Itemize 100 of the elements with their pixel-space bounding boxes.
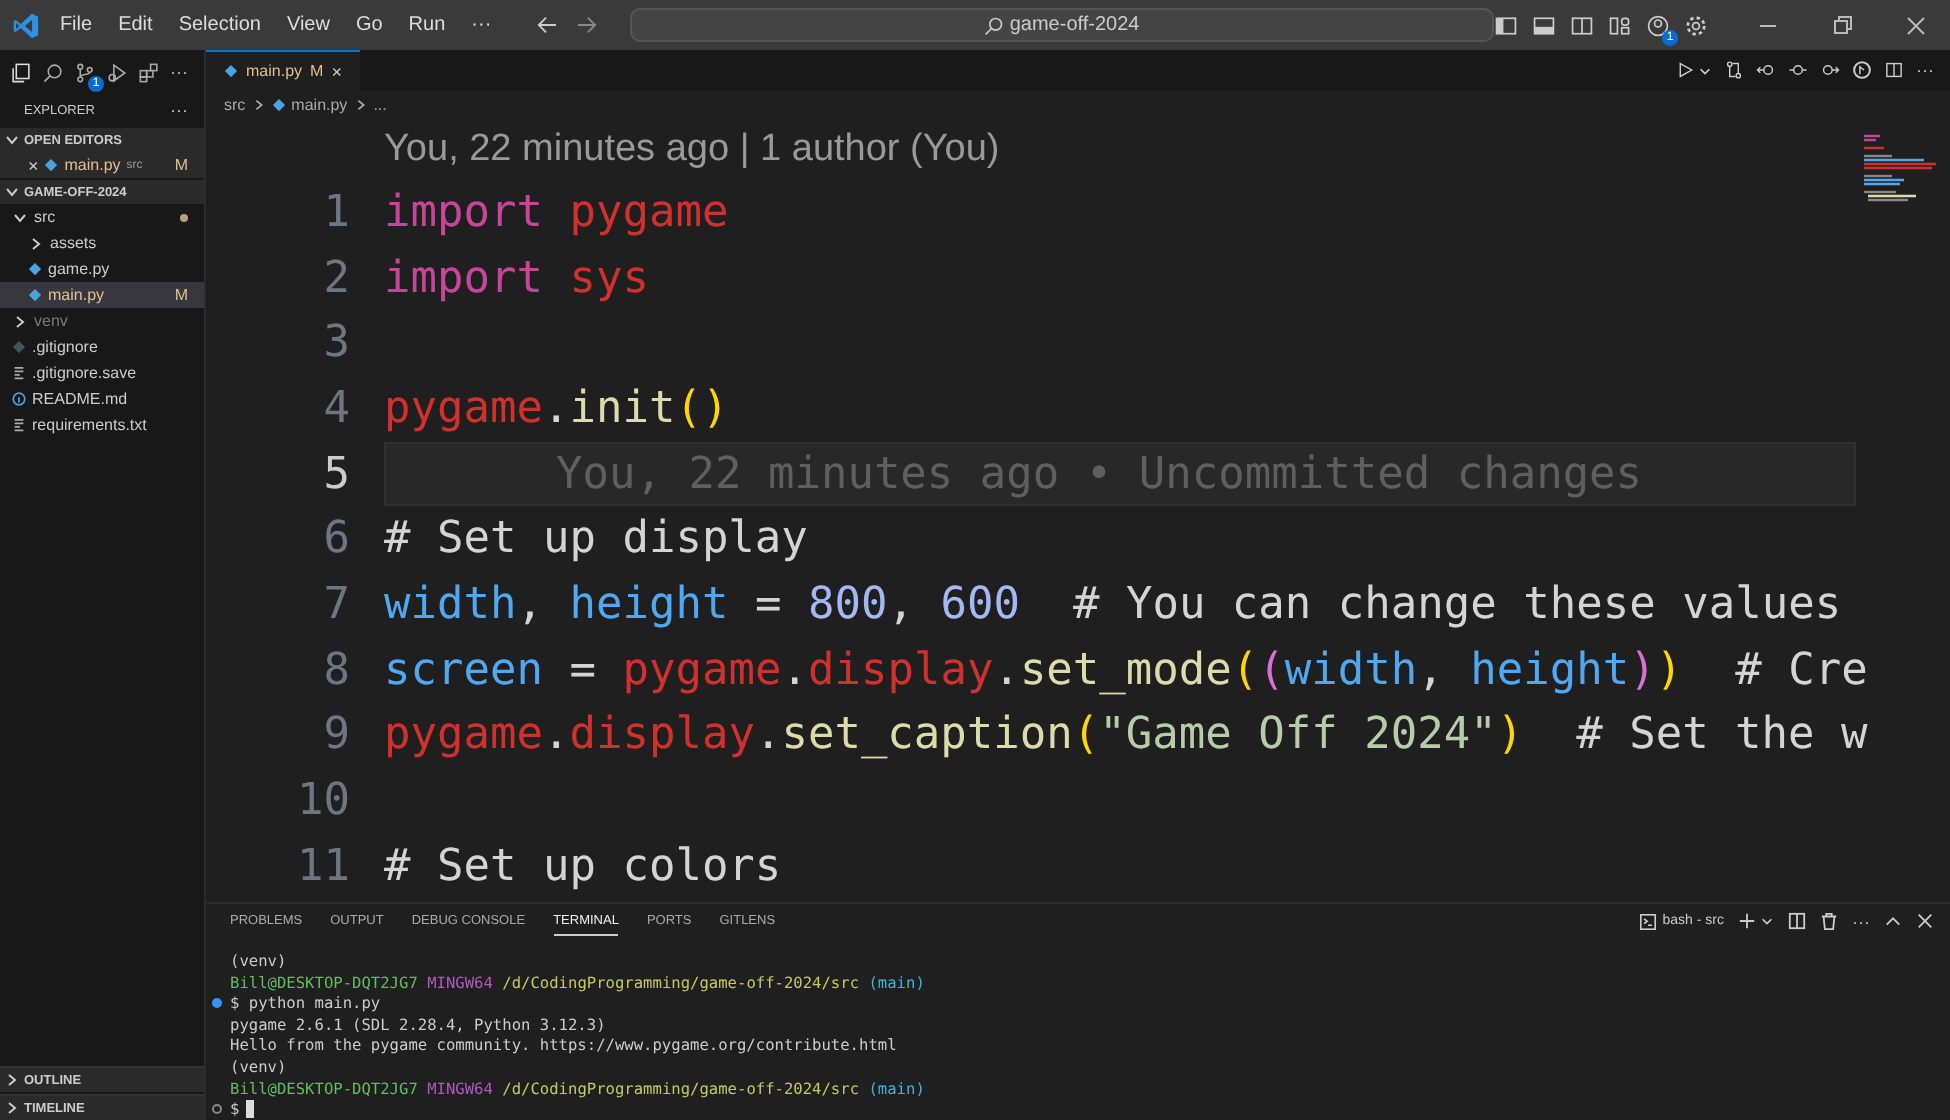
- chevron-right-icon: [251, 98, 266, 112]
- more-button[interactable]: ···: [1852, 911, 1870, 932]
- file-name: venv: [34, 312, 68, 330]
- code-line: width, height = 800, 600 # You can change these values: [384, 579, 1842, 630]
- code-line: pygame.display.set_caption("Game Off 2024") # Set the w: [384, 710, 1868, 761]
- menu-item[interactable]: View: [286, 14, 330, 36]
- file-name: main.py: [48, 286, 105, 304]
- file-name: .gitignore.save: [32, 364, 137, 382]
- layout-grid-icon[interactable]: [1608, 13, 1632, 37]
- code-line: pygame.init(): [384, 383, 729, 434]
- chevron-right-icon: [353, 98, 368, 112]
- file-name: main.py: [64, 156, 121, 174]
- search-text: game-off-2024: [1009, 14, 1140, 36]
- chevron-icon: [12, 313, 28, 329]
- breadcrumb-item[interactable]: src: [224, 96, 246, 114]
- file-tree-item[interactable]: main.py M: [0, 282, 204, 308]
- file-tree-item[interactable]: venv: [0, 308, 204, 334]
- code-line: screen = pygame.display.set_mode((width, height)) # Cre: [384, 645, 1868, 696]
- file-tree-item[interactable]: .gitignore.save: [0, 360, 204, 386]
- trash-icon[interactable]: [1820, 912, 1838, 931]
- menu-item[interactable]: Go: [355, 14, 383, 36]
- line-number: 3: [321, 318, 352, 369]
- settings-icon[interactable]: [1684, 13, 1708, 37]
- git-status: M: [310, 62, 324, 80]
- search-icon[interactable]: [42, 61, 64, 83]
- python-file-icon: [271, 98, 286, 112]
- file-name: assets: [50, 234, 97, 252]
- code-line: # Set up colors: [384, 841, 782, 892]
- close-panel-icon[interactable]: [1916, 912, 1934, 931]
- more-button[interactable]: ···: [1916, 60, 1934, 80]
- code-line: # Set up display: [384, 514, 808, 565]
- file-tree-item[interactable]: .gitignore: [0, 334, 204, 360]
- toggle-sidebar-icon[interactable]: [1494, 13, 1518, 37]
- gitlens-icon[interactable]: [1852, 60, 1872, 80]
- run-debug-icon[interactable]: [106, 61, 128, 83]
- modified-dot-icon: [180, 213, 188, 221]
- previous-change-icon[interactable]: [1756, 60, 1776, 80]
- line-number: 6: [321, 514, 352, 565]
- add-icon[interactable]: [1738, 912, 1756, 931]
- more-button[interactable]: ···: [170, 62, 188, 82]
- file-name: src: [34, 208, 56, 226]
- menu-item[interactable]: Selection: [178, 14, 261, 36]
- menu-item[interactable]: Edit: [118, 14, 153, 36]
- line-number: 4: [321, 383, 352, 434]
- code-line: import pygame: [384, 187, 729, 238]
- toggle-panel-icon[interactable]: [1532, 13, 1556, 37]
- menu-item[interactable]: ···: [471, 14, 492, 36]
- python-file-icon: [224, 64, 238, 78]
- file-tree-item[interactable]: README.md: [0, 386, 204, 412]
- close-icon[interactable]: [1902, 11, 1930, 39]
- codelens-text[interactable]: You, 22 minutes ago | 1 author (You): [384, 128, 1000, 172]
- dropdown-caret-icon[interactable]: [1698, 63, 1712, 77]
- account-icon[interactable]: [1646, 13, 1670, 37]
- compare-changes-icon[interactable]: [1724, 60, 1744, 80]
- menu-item[interactable]: File: [59, 14, 93, 36]
- line-number: 7: [321, 579, 352, 630]
- file-tree-item[interactable]: src: [0, 204, 204, 230]
- terminal-icon: [1640, 913, 1657, 930]
- file-name: README.md: [32, 390, 128, 408]
- restore-icon[interactable]: [1828, 11, 1856, 39]
- dropdown-caret-icon[interactable]: [1760, 914, 1774, 929]
- file-name: game.py: [48, 260, 110, 278]
- tab-label: main.py: [246, 62, 303, 80]
- source-control-icon[interactable]: [74, 61, 96, 83]
- chevron-icon: [4, 132, 20, 148]
- forward-arrow-icon[interactable]: [575, 14, 598, 36]
- info-icon: [12, 392, 26, 406]
- breadcrumb-item[interactable]: ...: [373, 96, 387, 114]
- git-file-icon: [12, 340, 26, 354]
- split-terminal-icon[interactable]: [1788, 912, 1806, 931]
- close-button[interactable]: ×: [28, 155, 39, 175]
- explorer-icon[interactable]: [10, 61, 32, 83]
- file-name: .gitignore: [32, 338, 98, 356]
- commit-icon[interactable]: [1788, 60, 1808, 80]
- close-button[interactable]: ×: [331, 61, 342, 81]
- search-field[interactable]: game-off-2024: [629, 8, 1494, 42]
- run-icon[interactable]: [1676, 60, 1696, 80]
- code-line: import sys: [384, 253, 649, 304]
- maximize-panel-icon[interactable]: [1884, 912, 1902, 931]
- python-file-icon: [44, 158, 59, 172]
- terminal-cursor: [245, 1100, 254, 1119]
- next-change-icon[interactable]: [1820, 60, 1840, 80]
- extensions-icon[interactable]: [138, 61, 160, 83]
- git-status: M: [174, 156, 188, 174]
- text-file-icon: [12, 366, 26, 380]
- file-name: requirements.txt: [32, 416, 147, 434]
- line-number: 2: [321, 253, 352, 304]
- line-number: 5: [321, 449, 352, 500]
- command-success-icon: [212, 998, 222, 1009]
- editor-tab[interactable]: main.py M ×: [206, 50, 360, 90]
- split-editor-icon[interactable]: [1884, 60, 1904, 80]
- line-number: 10: [295, 776, 352, 827]
- file-tree-item[interactable]: assets: [0, 230, 204, 256]
- file-tree-item[interactable]: game.py: [0, 256, 204, 282]
- split-layout-icon[interactable]: [1570, 13, 1594, 37]
- file-tree-item[interactable]: requirements.txt: [0, 412, 204, 438]
- menu-item[interactable]: Run: [408, 14, 446, 36]
- back-arrow-icon[interactable]: [535, 14, 558, 36]
- breadcrumb-item[interactable]: main.py: [291, 96, 348, 114]
- more-button[interactable]: ···: [170, 100, 188, 120]
